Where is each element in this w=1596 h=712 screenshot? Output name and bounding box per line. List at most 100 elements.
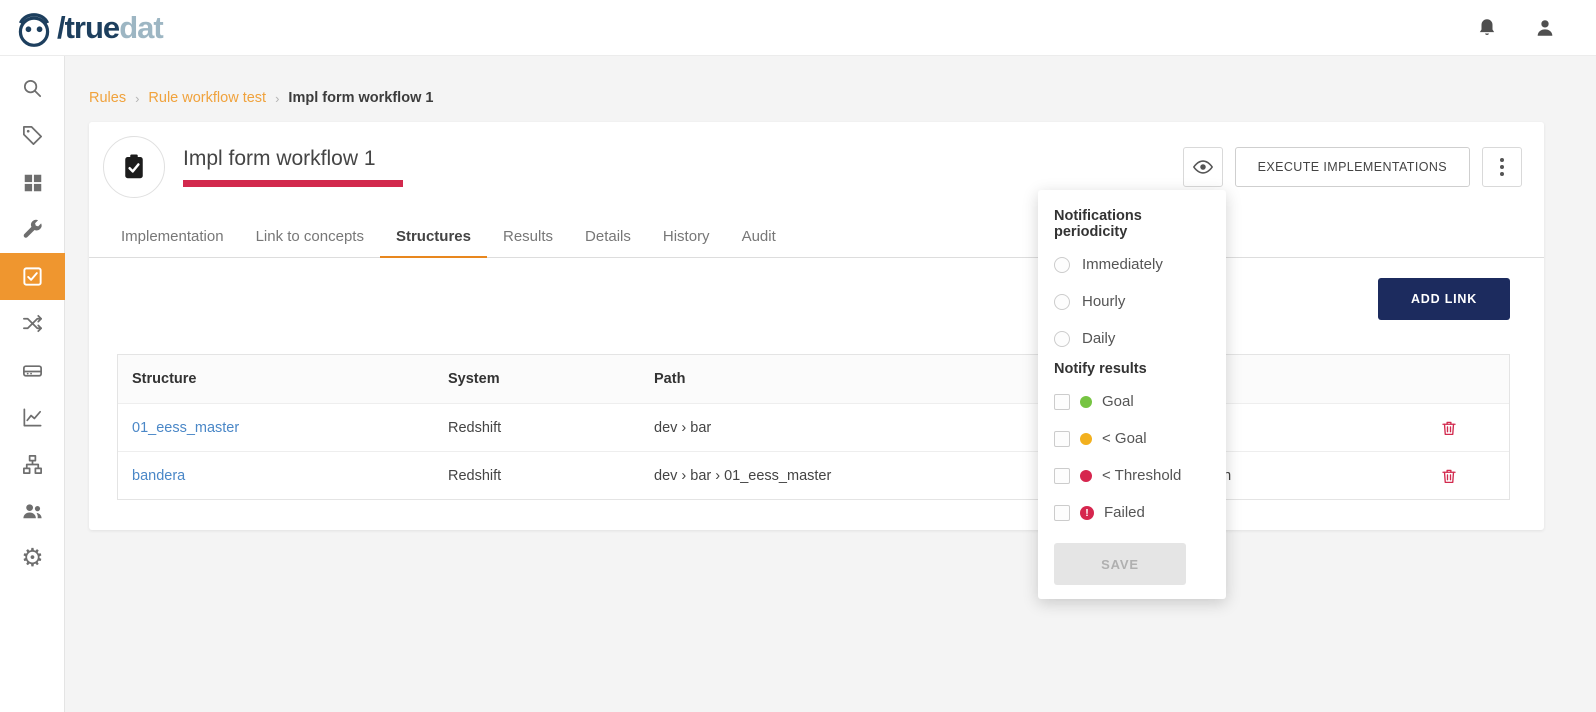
sidebar-item-analytics[interactable] [0, 394, 65, 441]
sidebar-item-settings[interactable]: ⚙ [0, 535, 65, 582]
add-link-button[interactable]: ADD LINK [1378, 278, 1510, 320]
breadcrumb-rule-workflow-test[interactable]: Rule workflow test [148, 90, 266, 106]
tab-implementation[interactable]: Implementation [105, 218, 240, 257]
breadcrumb-separator: › [135, 91, 139, 106]
sidebar-item-lineage[interactable] [0, 300, 65, 347]
header-system: System [448, 371, 654, 387]
logo-text-dat: dat [119, 10, 163, 45]
line-chart-icon [21, 406, 44, 429]
tab-structures[interactable]: Structures [380, 218, 487, 258]
preview-button[interactable] [1183, 147, 1223, 187]
user-icon [1534, 17, 1556, 39]
green-dot-icon [1080, 396, 1092, 408]
sidebar-item-quality-checks[interactable] [0, 253, 65, 300]
trash-icon [1440, 419, 1458, 437]
bell-icon [1476, 17, 1498, 39]
check-square-icon [21, 265, 44, 288]
implementation-card: Impl form workflow 1 EXECUTE IMPLEMENTAT… [89, 122, 1544, 530]
checkbox-icon [1054, 431, 1070, 447]
page-title: Impl form workflow 1 [183, 147, 403, 171]
sidebar-item-tools[interactable] [0, 206, 65, 253]
sidebar-item-tags[interactable] [0, 112, 65, 159]
checkbox-icon [1054, 505, 1070, 521]
table-header-row: Structure System Path [118, 355, 1509, 403]
kebab-menu-icon [1500, 157, 1504, 178]
breadcrumb: Rules › Rule workflow test › Impl form w… [89, 90, 1544, 106]
top-bar: /truedat [0, 0, 1596, 56]
radio-immediately[interactable]: Immediately [1054, 246, 1210, 283]
hard-drive-icon [21, 359, 44, 382]
tab-bar: Implementation Link to concepts Structur… [89, 218, 1544, 258]
shuffle-icon [21, 312, 44, 335]
eye-icon [1192, 156, 1214, 178]
tab-details[interactable]: Details [569, 218, 647, 257]
title-accent-bar [183, 180, 403, 187]
sidebar-item-search[interactable] [0, 65, 65, 112]
wrench-icon [21, 218, 44, 241]
system-cell: Redshift [448, 420, 654, 436]
radio-hourly[interactable]: Hourly [1054, 283, 1210, 320]
checkbox-label: < Goal [1102, 430, 1147, 447]
notify-results-title: Notify results [1054, 361, 1210, 377]
structures-table: Structure System Path 01_eess_master Red… [117, 354, 1510, 500]
search-icon [21, 77, 44, 100]
path-cell: dev › bar [654, 420, 1027, 436]
system-cell: Redshift [448, 468, 654, 484]
periodicity-title: Notifications periodicity [1054, 208, 1210, 240]
checkbox-goal[interactable]: Goal [1054, 383, 1210, 420]
red-dot-icon [1080, 470, 1092, 482]
breadcrumb-rules[interactable]: Rules [89, 90, 126, 106]
delete-link-button[interactable] [1438, 465, 1460, 487]
sidebar: ⚙ [0, 56, 65, 712]
exclamation-circle-icon [1080, 506, 1094, 520]
radio-label: Daily [1082, 330, 1115, 347]
notifications-bell-button[interactable] [1476, 17, 1498, 39]
radio-icon [1054, 257, 1070, 273]
radio-icon [1054, 294, 1070, 310]
checkbox-below-threshold[interactable]: < Threshold [1054, 457, 1210, 494]
owl-logo-icon [14, 7, 54, 49]
checkbox-failed[interactable]: Failed [1054, 494, 1210, 531]
header-structure: Structure [118, 371, 448, 387]
sidebar-item-storage[interactable] [0, 347, 65, 394]
save-button[interactable]: SAVE [1054, 543, 1186, 585]
table-row: 01_eess_master Redshift dev › bar [118, 403, 1509, 451]
notifications-popup: Notifications periodicity Immediately Ho… [1038, 190, 1226, 599]
user-menu-button[interactable] [1534, 17, 1556, 39]
yellow-dot-icon [1080, 433, 1092, 445]
structure-link[interactable]: 01_eess_master [132, 420, 239, 436]
logo-text-true: /true [57, 10, 119, 45]
implementation-avatar [103, 136, 165, 198]
grid-icon [22, 172, 44, 194]
truedat-logo[interactable]: /truedat [14, 7, 163, 49]
clipboard-check-icon [119, 152, 149, 182]
table-row: bandera Redshift dev › bar › 01_eess_mas… [118, 451, 1509, 499]
execute-implementations-button[interactable]: EXECUTE IMPLEMENTATIONS [1235, 147, 1470, 187]
sidebar-item-hierarchy[interactable] [0, 441, 65, 488]
breadcrumb-current: Impl form workflow 1 [288, 90, 433, 106]
structure-link[interactable]: bandera [132, 468, 185, 484]
checkbox-below-goal[interactable]: < Goal [1054, 420, 1210, 457]
delete-link-button[interactable] [1438, 417, 1460, 439]
path-cell: dev › bar › 01_eess_master [654, 468, 1027, 484]
tab-history[interactable]: History [647, 218, 726, 257]
tab-audit[interactable]: Audit [726, 218, 792, 257]
tab-results[interactable]: Results [487, 218, 569, 257]
trash-icon [1440, 467, 1458, 485]
more-options-button[interactable] [1482, 147, 1522, 187]
radio-daily[interactable]: Daily [1054, 320, 1210, 357]
tab-link-to-concepts[interactable]: Link to concepts [240, 218, 380, 257]
radio-label: Hourly [1082, 293, 1125, 310]
checkbox-icon [1054, 394, 1070, 410]
sidebar-item-dashboard[interactable] [0, 159, 65, 206]
main-content: Rules › Rule workflow test › Impl form w… [65, 56, 1596, 530]
checkbox-label: < Threshold [1102, 467, 1181, 484]
gear-icon: ⚙ [21, 546, 43, 571]
checkbox-label: Failed [1104, 504, 1145, 521]
users-icon [21, 500, 44, 523]
radio-icon [1054, 331, 1070, 347]
tag-icon [21, 124, 44, 147]
sidebar-item-users[interactable] [0, 488, 65, 535]
header-path: Path [654, 371, 1027, 387]
breadcrumb-separator: › [275, 91, 279, 106]
